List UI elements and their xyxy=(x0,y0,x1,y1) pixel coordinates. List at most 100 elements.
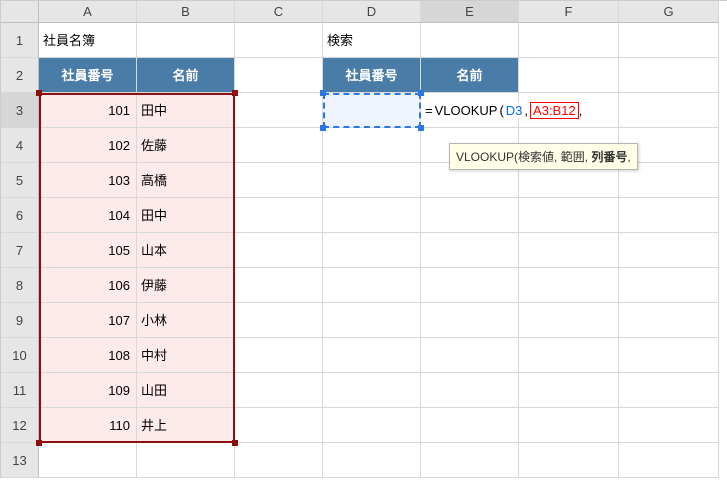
cell-B4[interactable]: 佐藤 xyxy=(137,128,235,163)
cell-A7[interactable]: 105 xyxy=(39,233,137,268)
cell-B8[interactable]: 伊藤 xyxy=(137,268,235,303)
cell-E3-formula-editing[interactable]: =VLOOKUP(D3,A3:B12, xyxy=(421,93,519,128)
cell-D1[interactable]: 検索 xyxy=(323,23,421,58)
cell-D4[interactable] xyxy=(323,128,421,163)
cell-A1[interactable]: 社員名簿 xyxy=(39,23,137,58)
cell-C3[interactable] xyxy=(235,93,323,128)
cell-E2[interactable]: 名前 xyxy=(421,58,519,93)
cell-E7[interactable] xyxy=(421,233,519,268)
cell-F10[interactable] xyxy=(519,338,619,373)
row-header-2[interactable]: 2 xyxy=(1,58,39,93)
cell-D12[interactable] xyxy=(323,408,421,443)
row-header-8[interactable]: 8 xyxy=(1,268,39,303)
cell-D3[interactable] xyxy=(323,93,421,128)
row-header-9[interactable]: 9 xyxy=(1,303,39,338)
row-header-10[interactable]: 10 xyxy=(1,338,39,373)
cell-A11[interactable]: 109 xyxy=(39,373,137,408)
col-header-E[interactable]: E xyxy=(421,1,519,23)
cell-A13[interactable] xyxy=(39,443,137,478)
cell-D11[interactable] xyxy=(323,373,421,408)
cell-G10[interactable] xyxy=(619,338,719,373)
cell-G11[interactable] xyxy=(619,373,719,408)
row-header-4[interactable]: 4 xyxy=(1,128,39,163)
cell-A6[interactable]: 104 xyxy=(39,198,137,233)
cell-F6[interactable] xyxy=(519,198,619,233)
col-header-D[interactable]: D xyxy=(323,1,421,23)
cell-C6[interactable] xyxy=(235,198,323,233)
hint-arg-col[interactable]: 列番号 xyxy=(591,150,627,164)
row-header-6[interactable]: 6 xyxy=(1,198,39,233)
cell-F11[interactable] xyxy=(519,373,619,408)
cell-C10[interactable] xyxy=(235,338,323,373)
cell-B1[interactable] xyxy=(137,23,235,58)
cell-A9[interactable]: 107 xyxy=(39,303,137,338)
cell-B2[interactable]: 名前 xyxy=(137,58,235,93)
cell-F8[interactable] xyxy=(519,268,619,303)
row-header-7[interactable]: 7 xyxy=(1,233,39,268)
cell-D2[interactable]: 社員番号 xyxy=(323,58,421,93)
cell-C1[interactable] xyxy=(235,23,323,58)
cell-C4[interactable] xyxy=(235,128,323,163)
cell-F2[interactable] xyxy=(519,58,619,93)
cell-E6[interactable] xyxy=(421,198,519,233)
cell-C5[interactable] xyxy=(235,163,323,198)
cell-D5[interactable] xyxy=(323,163,421,198)
cell-C9[interactable] xyxy=(235,303,323,338)
cell-E12[interactable] xyxy=(421,408,519,443)
cell-B9[interactable]: 小林 xyxy=(137,303,235,338)
function-hint-tooltip[interactable]: VLOOKUP(検索値, 範囲, 列番号, xyxy=(449,143,638,170)
cell-G2[interactable] xyxy=(619,58,719,93)
cell-C12[interactable] xyxy=(235,408,323,443)
cell-A10[interactable]: 108 xyxy=(39,338,137,373)
cell-G7[interactable] xyxy=(619,233,719,268)
cell-E8[interactable] xyxy=(421,268,519,303)
cell-G6[interactable] xyxy=(619,198,719,233)
col-header-B[interactable]: B xyxy=(137,1,235,23)
cell-B5[interactable]: 高橋 xyxy=(137,163,235,198)
cell-D10[interactable] xyxy=(323,338,421,373)
cell-G13[interactable] xyxy=(619,443,719,478)
cell-E1[interactable] xyxy=(421,23,519,58)
cell-A2[interactable]: 社員番号 xyxy=(39,58,137,93)
cell-G9[interactable] xyxy=(619,303,719,338)
spreadsheet-grid[interactable]: A B C D E F G 1 社員名簿 検索 2 社員番号 名前 社員番号 名… xyxy=(0,0,727,478)
cell-A5[interactable]: 103 xyxy=(39,163,137,198)
row-header-5[interactable]: 5 xyxy=(1,163,39,198)
col-header-C[interactable]: C xyxy=(235,1,323,23)
cell-C13[interactable] xyxy=(235,443,323,478)
cell-D13[interactable] xyxy=(323,443,421,478)
cell-F7[interactable] xyxy=(519,233,619,268)
cell-E10[interactable] xyxy=(421,338,519,373)
col-header-G[interactable]: G xyxy=(619,1,719,23)
cell-C11[interactable] xyxy=(235,373,323,408)
cell-F1[interactable] xyxy=(519,23,619,58)
cell-B13[interactable] xyxy=(137,443,235,478)
cell-A3[interactable]: 101 xyxy=(39,93,137,128)
row-header-1[interactable]: 1 xyxy=(1,23,39,58)
cell-D7[interactable] xyxy=(323,233,421,268)
cell-E11[interactable] xyxy=(421,373,519,408)
cell-B10[interactable]: 中村 xyxy=(137,338,235,373)
cell-G1[interactable] xyxy=(619,23,719,58)
cell-A4[interactable]: 102 xyxy=(39,128,137,163)
cell-F9[interactable] xyxy=(519,303,619,338)
cell-C8[interactable] xyxy=(235,268,323,303)
cell-A12[interactable]: 110 xyxy=(39,408,137,443)
cell-B6[interactable]: 田中 xyxy=(137,198,235,233)
cell-F13[interactable] xyxy=(519,443,619,478)
cell-C2[interactable] xyxy=(235,58,323,93)
cell-B7[interactable]: 山本 xyxy=(137,233,235,268)
col-header-A[interactable]: A xyxy=(39,1,137,23)
row-header-11[interactable]: 11 xyxy=(1,373,39,408)
cell-G3[interactable] xyxy=(619,93,719,128)
cell-C7[interactable] xyxy=(235,233,323,268)
cell-D8[interactable] xyxy=(323,268,421,303)
select-all-corner[interactable] xyxy=(1,1,39,23)
row-header-3[interactable]: 3 xyxy=(1,93,39,128)
cell-B12[interactable]: 井上 xyxy=(137,408,235,443)
col-header-F[interactable]: F xyxy=(519,1,619,23)
row-header-12[interactable]: 12 xyxy=(1,408,39,443)
cell-A8[interactable]: 106 xyxy=(39,268,137,303)
cell-F12[interactable] xyxy=(519,408,619,443)
cell-D9[interactable] xyxy=(323,303,421,338)
